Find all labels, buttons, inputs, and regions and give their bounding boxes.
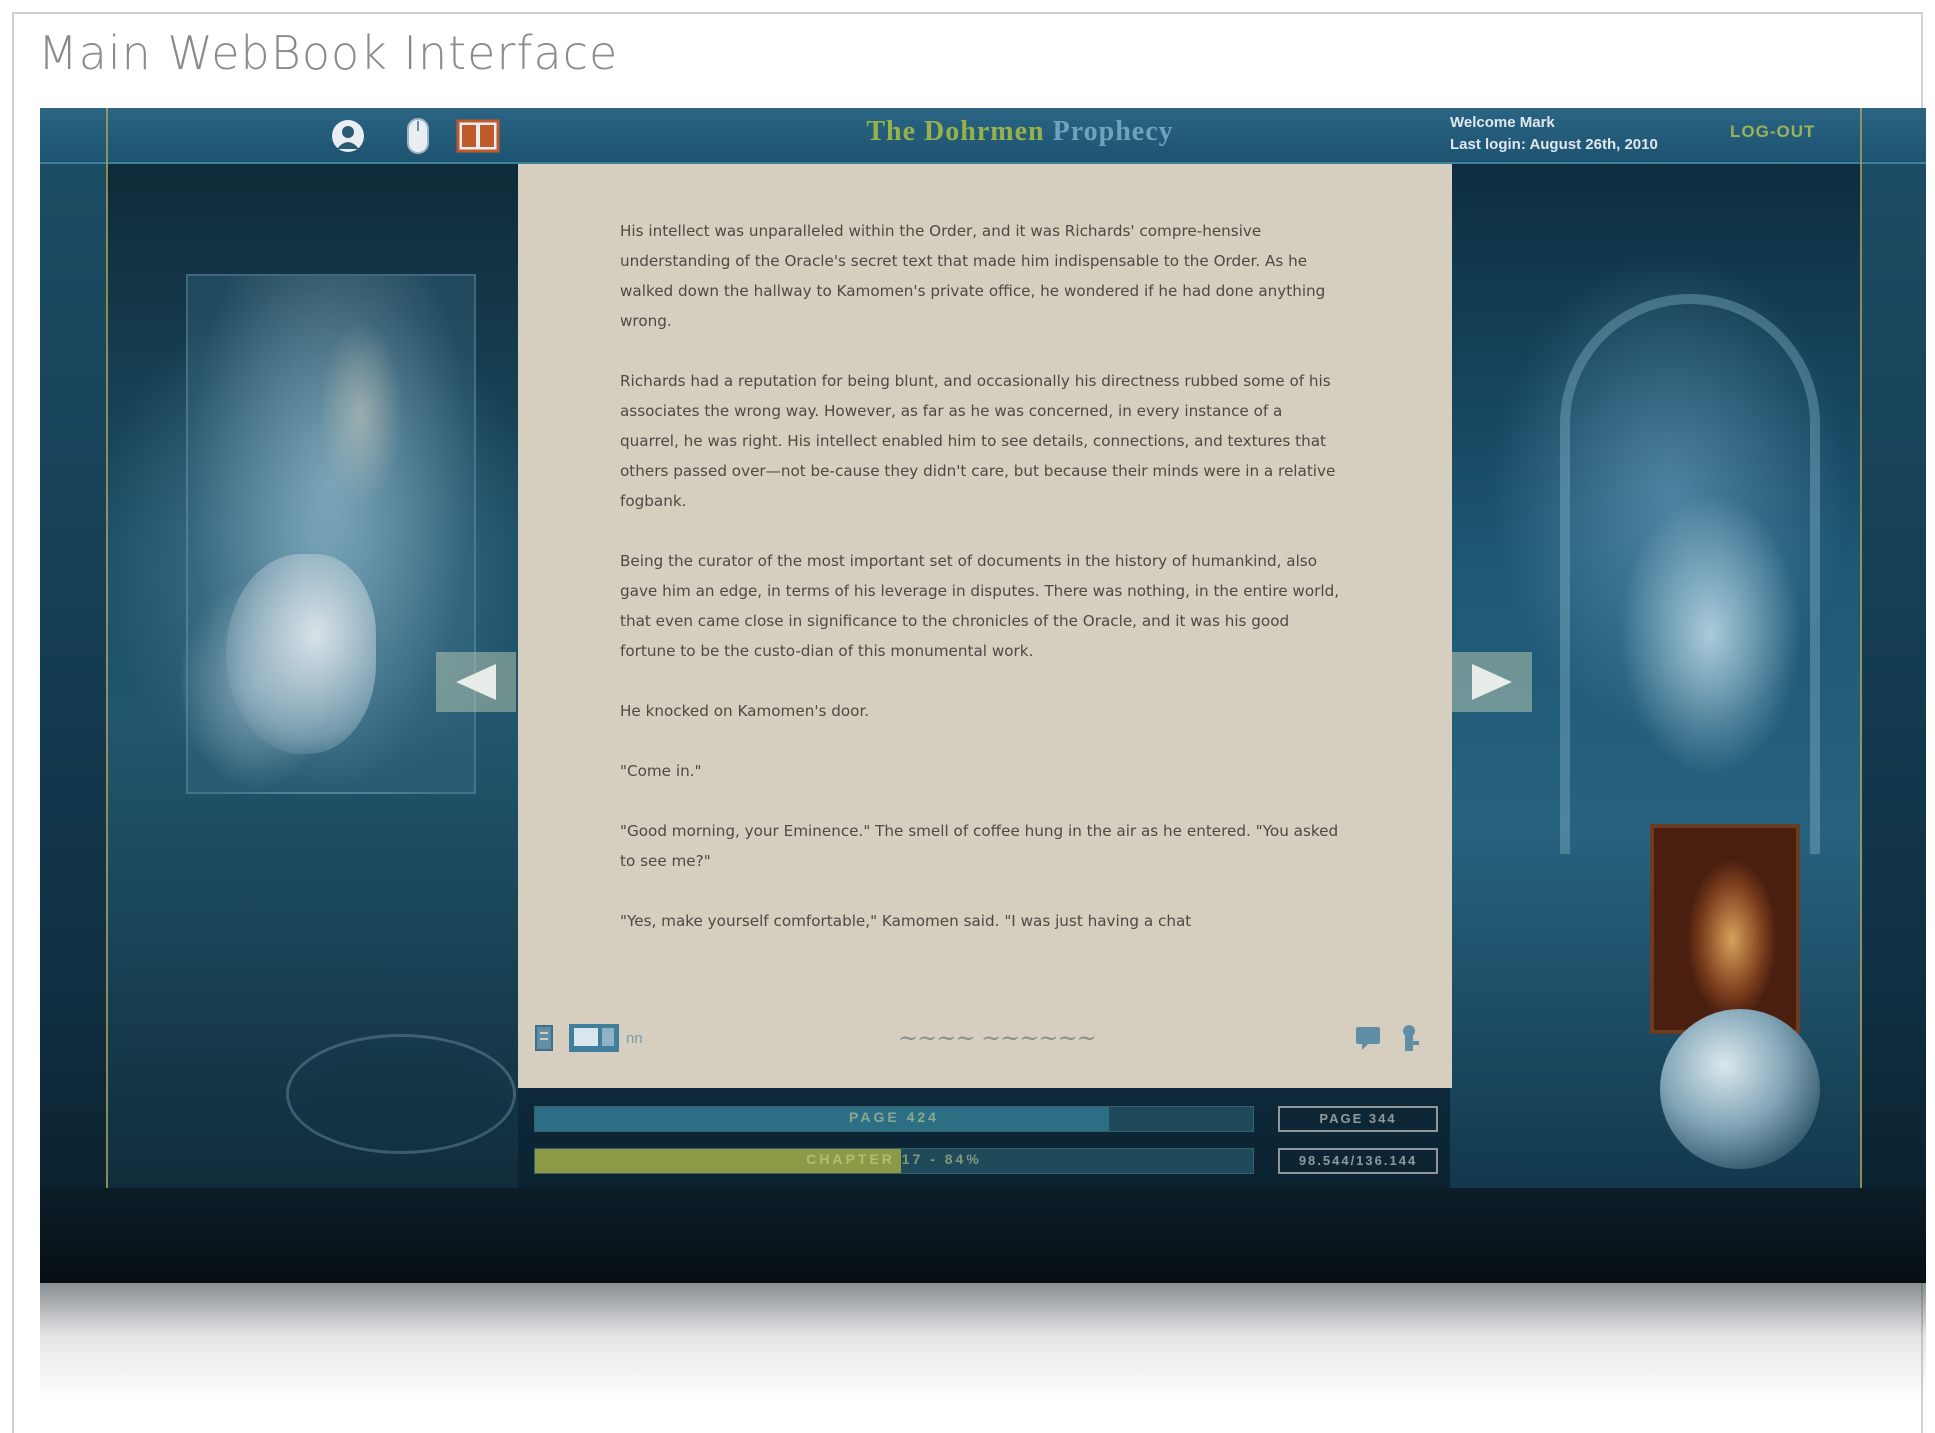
book-title-part1: The Dohrmen	[866, 116, 1045, 147]
bookmark-icon[interactable]	[1400, 1020, 1422, 1056]
chapter-progress-label: CHAPTER 17 - 84%	[806, 1151, 982, 1167]
page-title: Main WebBook Interface	[38, 26, 619, 80]
right-border-line	[1860, 108, 1862, 1188]
comment-icon[interactable]	[1354, 1020, 1382, 1056]
user-info: Welcome Mark Last login: August 26th, 20…	[1450, 112, 1658, 156]
arrow-right-icon	[1472, 664, 1512, 700]
book-title-part2: Prophecy	[1052, 116, 1174, 147]
page-icon[interactable]	[534, 1020, 554, 1056]
paragraph: Richards had a reputation for being blun…	[620, 372, 1336, 510]
paragraph: His intellect was unparalleled within th…	[620, 222, 1326, 330]
paragraph: "Good morning, your Eminence." The smell…	[620, 822, 1339, 870]
paragraph: He knocked on Kamomen's door.	[620, 702, 870, 720]
page-footer: nn ~~~~ ~~~~~~	[518, 1020, 1452, 1060]
sphere-art	[1660, 1009, 1820, 1169]
arrow-left-icon	[456, 664, 496, 700]
webbook-window: The Dohrmen Prophecy Welcome Mark Last l…	[40, 108, 1926, 1283]
note-icon[interactable]	[568, 1020, 620, 1056]
page-text: His intellect was unparalleled within th…	[620, 216, 1340, 966]
top-bar: The Dohrmen Prophecy Welcome Mark Last l…	[40, 108, 1926, 164]
author-signature: ~~~~ ~~~~~~	[898, 1024, 1097, 1052]
page-progress-label: PAGE 424	[849, 1109, 939, 1125]
page-progress-bar[interactable]: PAGE 424	[534, 1106, 1254, 1132]
window-reflection	[40, 1283, 1926, 1403]
book-title: The Dohrmen Prophecy	[720, 116, 1320, 148]
chapter-progress-bar[interactable]: CHAPTER 17 - 84%	[534, 1148, 1254, 1174]
logout-link[interactable]: LOG-OUT	[1730, 122, 1815, 142]
swirl-art	[286, 1034, 516, 1154]
page-number-box: PAGE 344	[1278, 1106, 1438, 1132]
paragraph: "Yes, make yourself comfortable," Kamome…	[620, 912, 1192, 930]
arch-art	[1560, 294, 1820, 854]
mouse-icon[interactable]	[396, 116, 440, 156]
previous-page-button[interactable]	[436, 652, 516, 712]
paragraph: "Come in."	[620, 762, 702, 780]
bottom-strip	[40, 1188, 1926, 1283]
left-border-line	[106, 108, 108, 1188]
oracle-face-art	[226, 554, 376, 754]
welcome-text: Welcome Mark	[1450, 114, 1555, 131]
paragraph: Being the curator of the most important …	[620, 552, 1340, 660]
book-icon[interactable]	[456, 116, 500, 156]
chapter-position-box: 98.544/136.144	[1278, 1148, 1438, 1174]
keyhole-door-art	[1650, 824, 1800, 1034]
view-label: nn	[626, 1029, 643, 1047]
last-login-text: Last login: August 26th, 2010	[1450, 136, 1658, 153]
user-icon[interactable]	[326, 116, 370, 156]
next-page-button[interactable]	[1452, 652, 1532, 712]
reading-page: His intellect was unparalleled within th…	[518, 164, 1452, 1088]
